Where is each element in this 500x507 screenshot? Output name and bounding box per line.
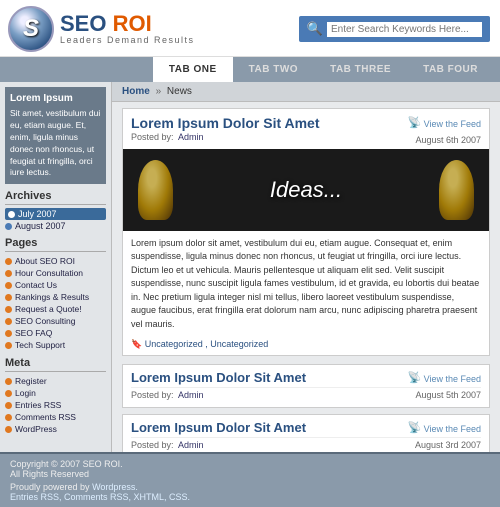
sidebar-meta-3[interactable]: Entries RSS [5, 399, 106, 411]
nav-tabs: TAB ONE TAB TWO TAB THREE TAB FOUR [0, 57, 500, 82]
bullet-icon [5, 223, 12, 230]
article-second-feed-link[interactable]: View the Feed [424, 372, 481, 386]
bullet-icon [5, 390, 12, 397]
logo-circle: S [8, 6, 54, 52]
breadcrumb-home-link[interactable]: Home [122, 86, 150, 97]
footer: Copyright © 2007 SEO ROI. All Rights Res… [0, 452, 500, 507]
sidebar-promo-box: Lorem Ipsum Sit amet, vestibulum dui eu,… [5, 87, 106, 184]
footer-copyright: Copyright © 2007 SEO ROI. All Rights Res… [10, 459, 490, 479]
article-main-featured-image: Ideas... [123, 149, 489, 231]
feed-icon: 📡 [408, 420, 422, 438]
bullet-icon [5, 426, 12, 433]
bullet-icon [5, 294, 12, 301]
logo-tagline: Leaders Demand Results [60, 35, 195, 45]
search-input[interactable] [327, 22, 482, 37]
bullet-icon [5, 282, 12, 289]
bullet-icon [5, 318, 12, 325]
bullet-icon [5, 414, 12, 421]
search-area: 🔍 [299, 16, 490, 42]
bullet-icon [5, 270, 12, 277]
article-card-second: 📡 View the Feed August 5th 2007 Lorem Ip… [122, 364, 490, 408]
breadcrumb: Home » News [112, 82, 500, 102]
article-card-main: 📡 View the Feed August 6th 2007 Lorem Ip… [122, 108, 490, 356]
sidebar-promo-text: Sit amet, vestibulum dui eu, etiam augue… [10, 108, 101, 179]
tab-two[interactable]: TAB TWO [233, 57, 314, 82]
sidebar-page-7[interactable]: SEO FAQ [5, 327, 106, 339]
bullet-icon [5, 258, 12, 265]
article-main-body: Lorem ipsum dolor sit amet, vestibulum d… [123, 231, 489, 338]
sidebar-meta-1[interactable]: Register [5, 375, 106, 387]
sidebar-archives-title: Archives [5, 190, 106, 205]
article-third-actions: 📡 View the Feed August 3rd 2007 [408, 420, 481, 452]
tab-four[interactable]: TAB FOUR [407, 57, 494, 82]
article-main-date: August 6th 2007 [408, 133, 481, 147]
logo-area: S SEO ROI Leaders Demand Results [8, 6, 195, 52]
article-main-feed-link[interactable]: View the Feed [424, 117, 481, 131]
sidebar-page-4[interactable]: Rankings & Results [5, 291, 106, 303]
sidebar-page-3[interactable]: Contact Us [5, 279, 106, 291]
bullet-icon [5, 306, 12, 313]
bullet-icon [8, 211, 15, 218]
tab-one[interactable]: TAB ONE [153, 57, 233, 82]
sidebar-archive-jul[interactable]: July 2007 [5, 208, 106, 220]
bullet-icon [5, 330, 12, 337]
sidebar-archives-section: Archives July 2007 August 2007 [5, 190, 106, 231]
footer-powered: Proudly powered by Wordpress. [10, 482, 490, 492]
feed-icon: 📡 [408, 115, 422, 133]
feed-icon: 📡 [408, 370, 422, 388]
article-third-author-link[interactable]: Admin [178, 440, 204, 450]
content-area: Home » News 📡 View the Feed August 6th 2… [112, 82, 500, 452]
article-second-date: August 5th 2007 [408, 388, 481, 402]
logo-brand: SEO ROI [60, 13, 195, 35]
footer-links: Entries RSS, Comments RSS, XHTML, CSS. [10, 492, 490, 502]
sidebar-pages-section: Pages About SEO ROI Hour Consultation Co… [5, 237, 106, 351]
breadcrumb-current: News [167, 86, 192, 97]
tab-three[interactable]: TAB THREE [314, 57, 407, 82]
article-third-feed-link[interactable]: View the Feed [424, 422, 481, 436]
sidebar: Lorem Ipsum Sit amet, vestibulum dui eu,… [0, 82, 112, 452]
search-icon: 🔍 [307, 21, 323, 37]
main-layout: Lorem Ipsum Sit amet, vestibulum dui eu,… [0, 82, 500, 452]
article-third-date: August 3rd 2007 [408, 438, 481, 452]
article-main-author-link[interactable]: Admin [178, 132, 204, 142]
logo-s-letter: S [23, 15, 39, 43]
sidebar-page-1[interactable]: About SEO ROI [5, 255, 106, 267]
article-card-third: 📡 View the Feed August 3rd 2007 Lorem Ip… [122, 414, 490, 452]
sidebar-promo-title: Lorem Ipsum [10, 92, 101, 106]
bullet-icon [5, 402, 12, 409]
sidebar-archive-aug[interactable]: August 2007 [5, 221, 106, 231]
bullet-icon [5, 342, 12, 349]
article-main-tags-link[interactable]: Uncategorized , Uncategorized [145, 339, 269, 349]
footer-wordpress-link[interactable]: Wordpress. [92, 482, 138, 492]
footer-links-text[interactable]: Entries RSS, Comments RSS, XHTML, CSS. [10, 492, 190, 502]
sidebar-meta-5[interactable]: WordPress [5, 423, 106, 435]
bullet-icon [5, 378, 12, 385]
sidebar-page-2[interactable]: Hour Consultation [5, 267, 106, 279]
bulb-right-decoration [439, 160, 474, 220]
content-inner: 📡 View the Feed August 6th 2007 Lorem Ip… [112, 102, 500, 452]
breadcrumb-separator: » [156, 86, 162, 97]
sidebar-meta-section: Meta Register Login Entries RSS Comments… [5, 357, 106, 435]
bulb-left-decoration [138, 160, 173, 220]
header: S SEO ROI Leaders Demand Results 🔍 [0, 0, 500, 57]
sidebar-meta-4[interactable]: Comments RSS [5, 411, 106, 423]
article-main-actions: 📡 View the Feed August 6th 2007 [408, 115, 481, 147]
sidebar-pages-title: Pages [5, 237, 106, 252]
sidebar-page-6[interactable]: SEO Consulting [5, 315, 106, 327]
article-second-actions: 📡 View the Feed August 5th 2007 [408, 370, 481, 402]
article-main-tags: 🔖 Uncategorized , Uncategorized [123, 337, 489, 355]
logo-text-block: SEO ROI Leaders Demand Results [60, 13, 195, 45]
article-main-header: 📡 View the Feed August 6th 2007 Lorem Ip… [123, 109, 489, 149]
article-second-author-link[interactable]: Admin [178, 390, 204, 400]
sidebar-meta-2[interactable]: Login [5, 387, 106, 399]
sidebar-meta-title: Meta [5, 357, 106, 372]
sidebar-page-8[interactable]: Tech Support [5, 339, 106, 351]
featured-image-text: Ideas... [270, 177, 342, 203]
sidebar-page-5[interactable]: Request a Quote! [5, 303, 106, 315]
